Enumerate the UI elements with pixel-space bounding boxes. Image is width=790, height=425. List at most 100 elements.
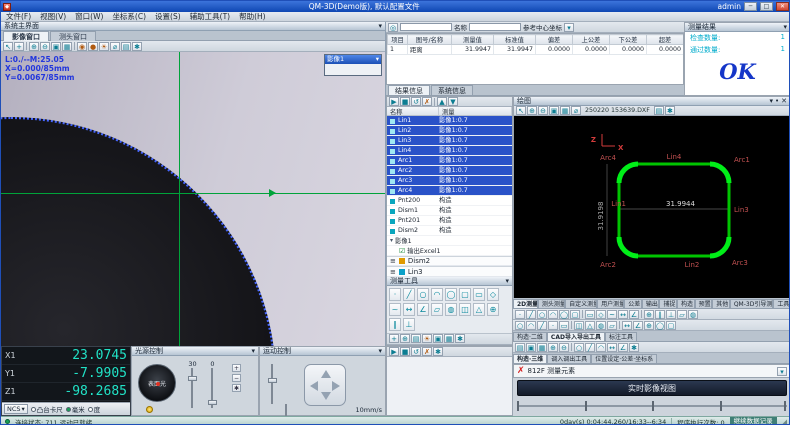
- tool-slot-icon[interactable]: ▢: [459, 288, 471, 301]
- rb2-origin-icon[interactable]: ⊕: [644, 321, 654, 330]
- menu-tools[interactable]: 辅助工具(T): [190, 11, 230, 22]
- timeline-slider[interactable]: [517, 399, 787, 412]
- list-item[interactable]: Arc1影像1:0.7: [387, 156, 512, 166]
- aux-stop-icon[interactable]: ■: [400, 347, 410, 356]
- tab-import-export[interactable]: 调入调出工具: [547, 354, 591, 364]
- tab-user-measure[interactable]: 用户测量: [597, 299, 624, 309]
- camera-selector-body[interactable]: [325, 64, 381, 75]
- group-node[interactable]: ▾ 影像1: [387, 236, 512, 246]
- list-item[interactable]: Dism2构造: [387, 226, 512, 236]
- measure-icon[interactable]: ⌀: [110, 42, 120, 51]
- stop-icon[interactable]: ■: [400, 97, 410, 106]
- rb3-settings-icon[interactable]: ✱: [629, 343, 639, 352]
- name-filter-input[interactable]: [469, 23, 521, 31]
- run-icon[interactable]: ▶: [389, 97, 399, 106]
- settings2-icon[interactable]: ✱: [455, 334, 465, 343]
- rb-rect-icon[interactable]: ▭: [585, 310, 595, 319]
- tool-circle-icon[interactable]: ○: [417, 288, 429, 301]
- fit-view-icon[interactable]: ▣: [51, 42, 61, 51]
- cad-grid-icon[interactable]: ▦: [560, 106, 570, 115]
- pin-icon[interactable]: •: [775, 97, 779, 105]
- capture-icon[interactable]: ◉: [77, 42, 87, 51]
- menu-coordsys[interactable]: 坐标系(C): [112, 11, 146, 22]
- rb2-point-icon[interactable]: ·: [548, 321, 558, 330]
- light-settings-button[interactable]: ✱: [232, 384, 241, 392]
- tool-cylinder-icon[interactable]: ◫: [459, 303, 471, 316]
- tool-rectangle-icon[interactable]: ▭: [473, 288, 485, 301]
- rb2-slot-icon[interactable]: ▢: [666, 321, 676, 330]
- list-item[interactable]: Lin1影像1:0.7: [387, 116, 512, 126]
- rb-origin-icon[interactable]: ⊕: [644, 310, 654, 319]
- table-row[interactable]: 1 距离 31.9947 31.9947 0.0000 0.0000 0.000…: [388, 45, 684, 55]
- menu-window[interactable]: 窗口(W): [75, 11, 103, 22]
- rb-slot-icon[interactable]: ▢: [570, 310, 580, 319]
- motion-panel-menu-icon[interactable]: ▾: [378, 347, 382, 355]
- tool-curve-icon[interactable]: ~: [389, 303, 401, 316]
- tab-guided-measure[interactable]: QM-3D引导测量: [730, 299, 774, 309]
- list-item[interactable]: Lin2影像1:0.7: [387, 126, 512, 136]
- aux-refresh-icon[interactable]: ↺: [411, 347, 421, 356]
- tab-construct-2d[interactable]: 构造·二维: [513, 332, 547, 342]
- report-filter-input[interactable]: [400, 23, 452, 31]
- tab-other[interactable]: 其他: [712, 299, 730, 309]
- tool-line-icon[interactable]: ╱: [403, 288, 415, 301]
- minimize-button[interactable]: ─: [744, 2, 757, 11]
- fit-icon[interactable]: ▣: [433, 334, 443, 343]
- menu-view[interactable]: 视图(V): [40, 11, 66, 22]
- list-item[interactable]: Lin4影像1:0.7: [387, 146, 512, 156]
- aux-delete-icon[interactable]: ✗: [422, 347, 432, 356]
- list-item[interactable]: Pnt201构造: [387, 216, 512, 226]
- resize-grip[interactable]: ◢: [782, 418, 787, 425]
- move-up-icon[interactable]: ▲: [437, 97, 447, 106]
- rb-ellipse-icon[interactable]: ◯: [559, 310, 569, 319]
- camera-selector-dropdown-icon[interactable]: ▾: [376, 55, 379, 64]
- tab-position-tolerance[interactable]: 位置设定·公差·坐标系: [591, 354, 657, 364]
- maximize-button[interactable]: □: [760, 2, 773, 11]
- tab-tolerance[interactable]: 公差: [624, 299, 642, 309]
- search-icon[interactable]: ◎: [388, 23, 398, 32]
- list-item[interactable]: Arc2影像1:0.7: [387, 166, 512, 176]
- rb3-zoomout-icon[interactable]: ⊖: [559, 343, 569, 352]
- option-caliper[interactable]: 凸台卡尺: [31, 404, 63, 414]
- cad-menu-icon[interactable]: ▾: [769, 97, 773, 105]
- rb-circle-icon[interactable]: ○: [537, 310, 547, 319]
- rb2-cyl-icon[interactable]: ◫: [574, 321, 584, 330]
- rb3-circle-icon[interactable]: ○: [574, 343, 584, 352]
- list-item[interactable]: Pnt200构造: [387, 196, 512, 206]
- jog-left-icon[interactable]: [310, 381, 318, 391]
- rb-para-icon[interactable]: ∥: [655, 310, 665, 319]
- crosshair-icon[interactable]: +: [14, 42, 24, 51]
- light-decrease-button[interactable]: −: [232, 374, 241, 382]
- program-runner-row[interactable]: ✗ 812F 测量元素 ▾: [513, 364, 790, 378]
- runner-dropdown-icon[interactable]: ▾: [777, 367, 787, 376]
- light-slider-2[interactable]: [208, 368, 217, 408]
- list-item[interactable]: Arc3影像1:0.7: [387, 176, 512, 186]
- tab-preset[interactable]: 预置: [695, 299, 713, 309]
- tab-custom-measure[interactable]: 自定义测量: [565, 299, 597, 309]
- cad-zoom-in-icon[interactable]: ⊕: [527, 106, 537, 115]
- grid2-icon[interactable]: ▦: [444, 334, 454, 343]
- rb2-sphere-icon[interactable]: ◍: [596, 321, 606, 330]
- delete-icon[interactable]: ✗: [422, 97, 432, 106]
- rb3-open-icon[interactable]: ▤: [515, 343, 525, 352]
- lamp-icon[interactable]: ☀: [422, 334, 432, 343]
- cad-settings-icon[interactable]: ✱: [665, 106, 675, 115]
- drag-handle-icon[interactable]: ≡: [390, 257, 396, 265]
- tab-2d-measure[interactable]: 2D测量: [513, 299, 538, 309]
- coordinate-system-select[interactable]: NCS▾: [4, 404, 28, 414]
- rb-dist-icon[interactable]: ↔: [618, 310, 628, 319]
- tab-cad-import-export[interactable]: CAD导入导出工具: [547, 332, 605, 342]
- rb2-plane-icon[interactable]: ▱: [607, 321, 617, 330]
- light-icon[interactable]: ☀: [99, 42, 109, 51]
- cad-fit-icon[interactable]: ▣: [549, 106, 559, 115]
- rb-line-icon[interactable]: ╱: [526, 310, 536, 319]
- tool-origin-icon[interactable]: ⊕: [487, 303, 499, 316]
- tab-result-info[interactable]: 结果信息: [388, 85, 430, 95]
- tab-annotation-tools[interactable]: 标注工具: [605, 332, 637, 342]
- cad-close-icon[interactable]: ✕: [781, 97, 787, 105]
- drag-handle-icon[interactable]: ≡: [390, 268, 396, 276]
- zoom-in-icon[interactable]: ⊕: [29, 42, 39, 51]
- rb2-dist-icon[interactable]: ↔: [622, 321, 632, 330]
- tab-image-window[interactable]: 影像窗口: [3, 31, 49, 41]
- list-item[interactable]: Lin3影像1:0.7: [387, 136, 512, 146]
